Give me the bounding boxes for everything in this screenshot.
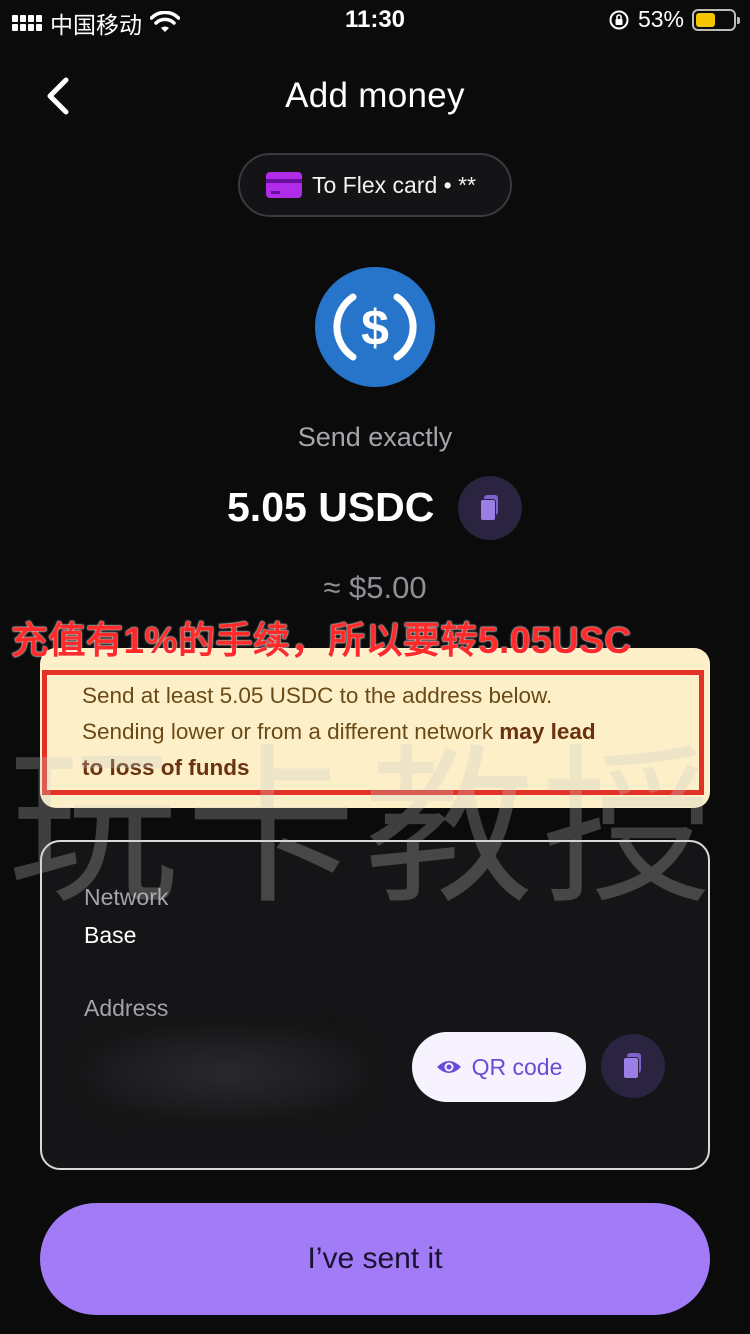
qr-code-button[interactable]: QR code (412, 1032, 586, 1102)
copy-icon (480, 495, 500, 521)
send-exactly-label: Send exactly (297, 422, 453, 452)
fiat-equivalent: ≈ $5.00 (323, 570, 427, 605)
qr-code-label: QR code (471, 1053, 563, 1080)
address-label: Address (84, 995, 169, 1021)
battery-icon (692, 8, 740, 31)
orientation-lock-icon (609, 10, 629, 29)
battery-percent: 53% (637, 6, 684, 32)
send-amount: 5.05 USDC (227, 484, 435, 530)
usdc-coin-icon: $ (315, 267, 435, 387)
sent-confirm-button[interactable]: I’ve sent it (40, 1203, 710, 1315)
destination-label: To Flex card • ** (312, 171, 476, 198)
svg-text:$: $ (361, 300, 389, 356)
eye-icon (436, 1061, 461, 1073)
status-right: 53% (608, 6, 740, 33)
status-bar: 中国移动 11:30 53% (0, 0, 750, 42)
destination-card-selector[interactable]: To Flex card • ** (238, 153, 512, 217)
network-label: Network (84, 884, 169, 910)
credit-card-icon (266, 172, 302, 198)
sent-confirm-label: I’ve sent it (307, 1242, 443, 1275)
annotation-text: 充值有1%的手续，所以要转5.05USC (11, 620, 632, 661)
copy-address-button[interactable] (601, 1034, 665, 1098)
network-value: Base (84, 922, 137, 948)
address-value-redacted (84, 1025, 369, 1120)
copy-amount-button[interactable] (458, 476, 522, 540)
page-title: Add money (285, 76, 465, 115)
annotation-highlight-frame (42, 670, 704, 795)
copy-icon (623, 1053, 643, 1079)
battery-fill (696, 12, 716, 27)
